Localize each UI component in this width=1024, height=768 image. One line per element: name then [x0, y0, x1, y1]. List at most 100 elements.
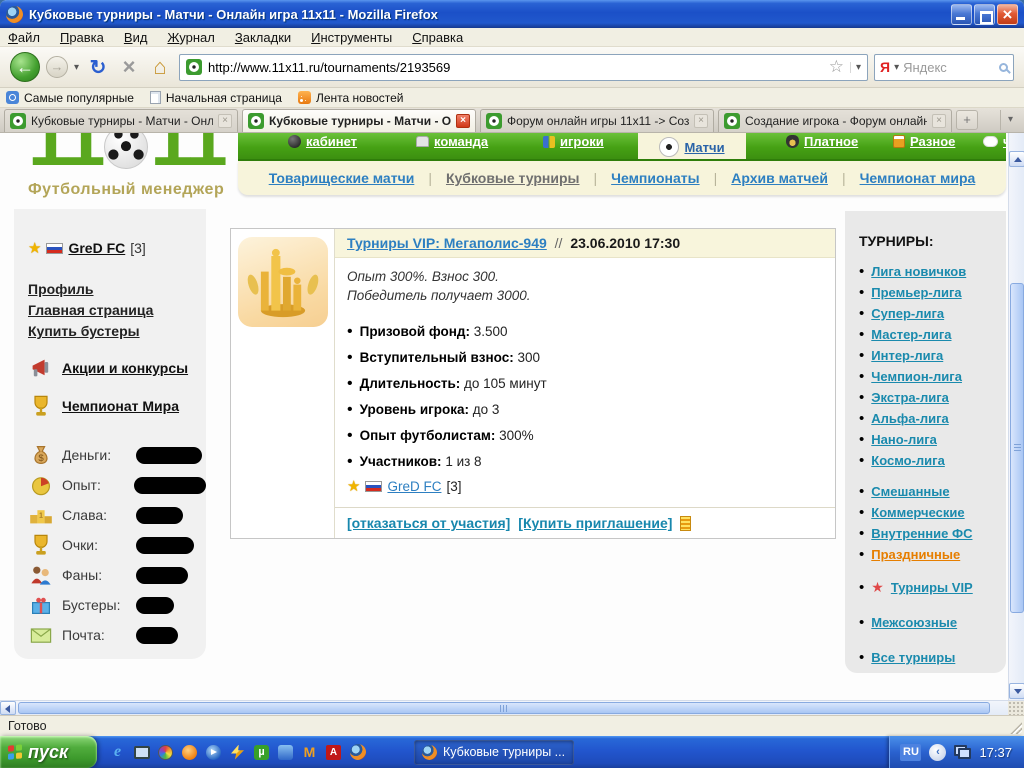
- mailru-agent-icon[interactable]: M: [301, 744, 318, 761]
- menu-file[interactable]: Файл: [8, 30, 40, 45]
- show-desktop-icon[interactable]: [133, 744, 150, 761]
- new-tab-button[interactable]: +: [956, 110, 978, 130]
- all-tournaments-link[interactable]: Все турниры: [871, 647, 955, 668]
- qip-icon[interactable]: [181, 744, 198, 761]
- sidebar-link-main-page[interactable]: Главная страница: [28, 300, 206, 321]
- league-link[interactable]: Альфа-лига: [871, 408, 948, 429]
- league-link[interactable]: Нано-лига: [871, 429, 937, 450]
- league-link[interactable]: Супер-лига: [871, 303, 944, 324]
- bookmark-star-icon[interactable]: ☆: [829, 57, 844, 77]
- nav-paid[interactable]: Платное: [786, 134, 858, 149]
- type-link[interactable]: Смешанные: [871, 481, 949, 502]
- interunion-link[interactable]: Межсоюзные: [871, 612, 957, 633]
- tab-2-active[interactable]: Кубковые турниры - Матчи - О... ×: [242, 109, 476, 132]
- menu-bookmarks[interactable]: Закладки: [235, 30, 291, 45]
- nav-team[interactable]: команда: [416, 134, 488, 149]
- bookmark-most-popular[interactable]: Самые популярные: [6, 91, 134, 105]
- stop-icon[interactable]: ×: [117, 56, 141, 78]
- home-icon[interactable]: ⌂: [147, 55, 173, 79]
- type-link[interactable]: Внутренние ФС: [871, 523, 972, 544]
- menu-tools[interactable]: Инструменты: [311, 30, 392, 45]
- tab-close-icon[interactable]: ×: [932, 114, 946, 128]
- engine-dropdown-icon[interactable]: ▾: [894, 62, 899, 73]
- url-dropdown-icon[interactable]: ▾: [850, 62, 861, 73]
- scroll-down-icon[interactable]: [1009, 683, 1024, 699]
- adobe-reader-icon[interactable]: A: [325, 744, 342, 761]
- url-bar[interactable]: ☆ ▾: [179, 54, 868, 81]
- participant-team-link[interactable]: GreD FC: [387, 479, 441, 494]
- ie-icon[interactable]: e: [109, 744, 126, 761]
- subnav-match-archive[interactable]: Архив матчей: [731, 170, 828, 186]
- yandex-engine-icon[interactable]: Я: [880, 59, 890, 75]
- tournament-title-link[interactable]: Турниры VIP: Мегаполис-949: [347, 235, 547, 251]
- language-indicator[interactable]: RU: [900, 744, 921, 761]
- utorrent-icon[interactable]: µ: [253, 744, 270, 761]
- tray-clock[interactable]: 17:37: [979, 745, 1012, 760]
- search-box[interactable]: Я ▾: [874, 54, 1014, 81]
- subnav-friendly-matches[interactable]: Товарищеские матчи: [269, 170, 415, 186]
- minimize-button[interactable]: [951, 4, 972, 25]
- nav-chat[interactable]: чат [2]: [983, 134, 1006, 149]
- nav-misc[interactable]: Разное: [893, 134, 955, 149]
- buy-invitation-link[interactable]: [Купить приглашение]: [518, 515, 672, 531]
- promo-contests-link[interactable]: Акции и конкурсы: [62, 360, 188, 376]
- league-link[interactable]: Экстра-лига: [871, 387, 949, 408]
- menu-view[interactable]: Вид: [124, 30, 148, 45]
- league-link[interactable]: Чемпион-лига: [871, 366, 962, 387]
- menu-history[interactable]: Журнал: [167, 30, 214, 45]
- titlebar[interactable]: Кубковые турниры - Матчи - Онлайн игра 1…: [0, 0, 1024, 28]
- nav-players[interactable]: игроки: [543, 134, 604, 149]
- network-icon[interactable]: [954, 745, 971, 759]
- wmp-icon[interactable]: [205, 744, 222, 761]
- vip-tournaments-link[interactable]: Турниры VIP: [891, 577, 973, 598]
- resize-grip[interactable]: [1009, 721, 1022, 734]
- tab-close-icon[interactable]: ×: [456, 114, 470, 128]
- winamp-icon[interactable]: [229, 744, 246, 761]
- horizontal-scroll-thumb[interactable]: [18, 702, 990, 714]
- forward-button[interactable]: →: [46, 56, 68, 78]
- restore-button[interactable]: [974, 4, 995, 25]
- close-button[interactable]: [997, 4, 1018, 25]
- scroll-up-icon[interactable]: [1009, 151, 1024, 167]
- league-link[interactable]: Космо-лига: [871, 450, 945, 471]
- tab-3[interactable]: Форум онлайн игры 11x11 -> Созда... ×: [480, 109, 714, 132]
- tab-close-icon[interactable]: ×: [218, 114, 232, 128]
- bookmark-home-page[interactable]: Начальная страница: [150, 91, 282, 105]
- league-link[interactable]: Лига новичков: [871, 261, 966, 282]
- webmoney-icon[interactable]: [157, 744, 174, 761]
- menu-edit[interactable]: Правка: [60, 30, 104, 45]
- withdraw-link[interactable]: [отказаться от участия]: [347, 515, 510, 531]
- nav-matches-active[interactable]: Матчи: [638, 133, 746, 161]
- type-link[interactable]: Коммерческие: [871, 502, 964, 523]
- tab-1[interactable]: Кубковые турниры - Матчи - Онлай... ×: [4, 109, 238, 132]
- back-button[interactable]: ←: [10, 52, 40, 82]
- taskbar-task-firefox[interactable]: Кубковые турниры ...: [414, 740, 574, 765]
- subnav-cup-tournaments-current[interactable]: Кубковые турниры: [446, 170, 580, 186]
- bookmark-news-feed[interactable]: Лента новостей: [298, 91, 404, 105]
- search-input[interactable]: [903, 60, 973, 75]
- subnav-world-championship[interactable]: Чемпионат мира: [860, 170, 976, 186]
- refresh-icon[interactable]: ↻: [85, 55, 111, 80]
- history-dropdown-icon[interactable]: ▾: [74, 62, 79, 73]
- nav-cabinet[interactable]: кабинет: [288, 134, 357, 149]
- tab-4[interactable]: Создание игрока - Форум онлайн иг... ×: [718, 109, 952, 132]
- firefox-icon[interactable]: [349, 744, 366, 761]
- tab-close-icon[interactable]: ×: [694, 114, 708, 128]
- vertical-scroll-thumb[interactable]: [1010, 283, 1024, 613]
- sidebar-link-profile[interactable]: Профиль: [28, 279, 206, 300]
- menu-help[interactable]: Справка: [412, 30, 463, 45]
- promo-world-cup-link[interactable]: Чемпионат Мира: [62, 398, 179, 414]
- start-button[interactable]: пуск: [0, 736, 97, 768]
- list-all-tabs-icon[interactable]: ▾: [1000, 110, 1020, 130]
- url-input[interactable]: [208, 60, 823, 75]
- tray-collapse-icon[interactable]: ‹: [929, 744, 946, 761]
- subnav-championships[interactable]: Чемпионаты: [611, 170, 699, 186]
- scroll-left-icon[interactable]: [0, 701, 16, 715]
- search-go-icon[interactable]: [999, 63, 1008, 72]
- vertical-scrollbar[interactable]: [1008, 133, 1024, 700]
- messenger-icon[interactable]: [277, 744, 294, 761]
- holiday-link[interactable]: Праздничные: [871, 544, 960, 565]
- sidebar-link-buy-boosters[interactable]: Купить бустеры: [28, 321, 206, 342]
- league-link[interactable]: Мастер-лига: [871, 324, 951, 345]
- league-link[interactable]: Интер-лига: [871, 345, 943, 366]
